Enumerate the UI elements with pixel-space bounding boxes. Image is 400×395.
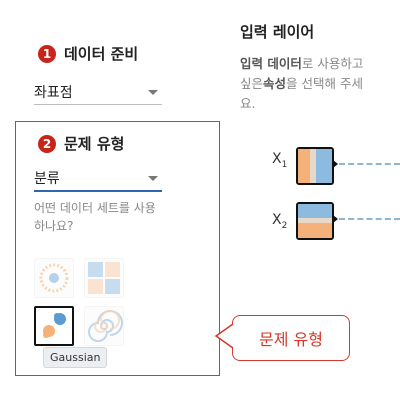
step1-title: 1 데이터 준비 (38, 43, 138, 64)
feature-x2-heatmap (298, 204, 332, 238)
problem-type-value: 분류 (34, 171, 60, 187)
data-type-value: 좌표점 (34, 85, 73, 101)
step2-title: 2 문제 유형 (38, 133, 124, 154)
desc-emphasis-2: 속성 (263, 76, 287, 91)
input-layer-desc: 입력 데이터로 사용하고 싶은속성을 선택해 주세요. (240, 54, 370, 114)
feature-x1-heatmap (298, 149, 332, 183)
step1-badge: 1 (38, 44, 56, 63)
step1-title-text: 데이터 준비 (64, 45, 139, 63)
feature-x2-connection (339, 218, 400, 220)
dataset-circle-icon (39, 263, 69, 293)
dataset-xor[interactable] (84, 258, 124, 298)
problem-type-select[interactable]: 분류 (34, 166, 162, 192)
data-type-select[interactable]: 좌표점 (34, 80, 162, 105)
chevron-down-icon (148, 175, 158, 181)
dataset-gaussian[interactable] (34, 306, 74, 346)
step2-title-text: 문제 유형 (64, 135, 125, 153)
dataset-tooltip: Gaussian (43, 347, 108, 368)
callout-pointer (214, 323, 234, 349)
feature-x2-label: X2 (272, 212, 288, 231)
desc-emphasis-1: 입력 데이터 (240, 56, 302, 71)
dataset-gaussian-icon (43, 313, 66, 338)
chevron-down-icon (148, 89, 158, 95)
input-layer-title: 입력 레이어 (240, 23, 315, 41)
dataset-xor-icon (88, 262, 120, 294)
dataset-circle[interactable] (34, 258, 74, 298)
feature-x1-node[interactable] (296, 147, 334, 185)
problem-type-callout: 문제 유형 (232, 315, 350, 361)
feature-x1-label: X1 (272, 151, 288, 170)
dataset-spiral-icon (88, 310, 123, 342)
feature-x2-node[interactable] (296, 202, 334, 240)
step2-badge: 2 (38, 134, 56, 153)
dataset-spiral[interactable] (84, 306, 124, 346)
feature-x1-port (333, 160, 338, 168)
dataset-hint: 어떤 데이터 세트를 사용하나요? (34, 201, 156, 233)
feature-x1-connection (339, 163, 400, 165)
feature-x2-port (333, 215, 338, 223)
